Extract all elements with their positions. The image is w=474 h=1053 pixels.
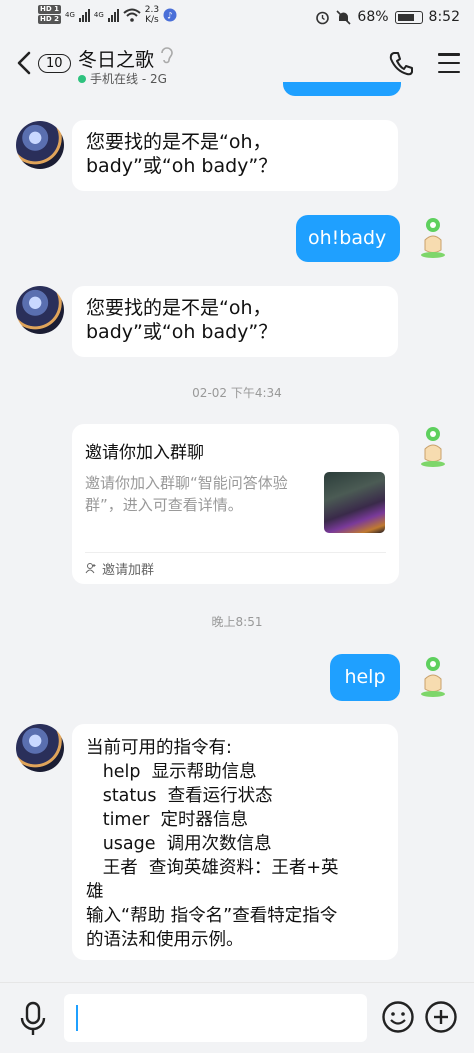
online-status: 手机在线 - 2G	[78, 70, 167, 87]
ear-icon	[161, 47, 173, 64]
bot-avatar[interactable]	[16, 724, 64, 772]
net-speed: 2.3 K/s	[145, 5, 159, 25]
invite-title: 邀请你加入群聊	[85, 443, 204, 463]
clock: 8:52	[428, 9, 460, 25]
text-caret	[76, 1005, 78, 1031]
hd1-label: HD 1	[38, 5, 61, 14]
my-message[interactable]: oh!bady	[296, 215, 400, 262]
my-avatar-sticker-icon[interactable]	[418, 215, 448, 259]
phone-icon	[389, 52, 413, 76]
speed-unit: K/s	[145, 15, 159, 25]
battery-percent: 68%	[357, 9, 389, 25]
online-text: 手机在线 - 2G	[90, 72, 167, 86]
mute-icon	[336, 9, 351, 25]
chat-title: 冬日之歌	[78, 49, 155, 71]
net2-label: 4G	[93, 11, 104, 19]
group-invite-card[interactable]: 邀请你加入群聊 邀请你加入群聊“智能问答体验群”，进入可查看详情。 邀请加群	[72, 424, 399, 584]
status-right: 68% 8:52	[315, 9, 460, 25]
music-app-icon: ♪	[163, 8, 177, 22]
call-button[interactable]	[388, 50, 414, 76]
group-icon	[85, 563, 96, 574]
my-message[interactable]: help	[330, 654, 400, 701]
emoji-button[interactable]	[381, 1000, 415, 1034]
alarm-icon	[316, 11, 330, 24]
timestamp: 02-02 下午4:34	[192, 386, 282, 400]
timestamp: 晚上8:51	[211, 615, 263, 629]
speed-value: 2.3	[144, 5, 160, 15]
microphone-icon	[20, 1001, 46, 1035]
wifi-icon	[123, 8, 141, 22]
unread-count-badge[interactable]: 10	[38, 54, 71, 73]
bot-avatar[interactable]	[16, 286, 64, 334]
input-bar	[0, 982, 474, 1053]
invite-footer: 邀请加群	[85, 559, 154, 578]
hd-indicator: HD 1 HD 2	[38, 5, 61, 25]
status-bar: HD 1 HD 2 4G 4G 2.3 K/s ♪ 68% 8:52	[0, 0, 474, 36]
svg-text:♪: ♪	[167, 12, 173, 22]
emoji-icon	[382, 1001, 414, 1033]
chat-header: 10 冬日之歌 手机在线 - 2G	[0, 36, 474, 92]
battery-icon	[394, 10, 423, 24]
online-dot	[78, 74, 86, 83]
previous-message-bubble[interactable]	[283, 82, 401, 96]
menu-icon	[438, 53, 460, 56]
more-button[interactable]	[424, 1000, 458, 1034]
menu-button[interactable]	[438, 53, 460, 73]
back-button[interactable]	[16, 50, 36, 76]
message-input[interactable]	[64, 994, 367, 1042]
invite-footer-label: 邀请加群	[102, 563, 155, 578]
bot-commands-message[interactable]: 当前可用的指令有: help 显示帮助信息 status 查看运行状态 time…	[72, 724, 398, 960]
my-avatar-sticker-icon[interactable]	[418, 654, 448, 698]
chevron-left-icon	[17, 51, 31, 75]
status-left: HD 1 HD 2 4G 4G 2.3 K/s ♪	[38, 5, 177, 25]
signal-icon	[78, 8, 90, 22]
bot-avatar[interactable]	[16, 121, 64, 169]
hd2-label: HD 2	[38, 15, 61, 24]
bot-message[interactable]: 您要找的是不是“oh， bady”或“oh bady”？	[72, 120, 398, 191]
group-thumbnail	[324, 472, 385, 533]
invite-description: 邀请你加入群聊“智能问答体验群”，进入可查看详情。	[85, 474, 288, 514]
net1-label: 4G	[64, 11, 75, 19]
plus-icon	[425, 1001, 457, 1033]
voice-button[interactable]	[17, 1000, 49, 1038]
card-divider	[85, 552, 386, 553]
my-avatar-sticker-icon[interactable]	[418, 424, 448, 468]
bot-message[interactable]: 您要找的是不是“oh， bady”或“oh bady”？	[72, 286, 398, 357]
signal-icon-2	[107, 8, 119, 22]
